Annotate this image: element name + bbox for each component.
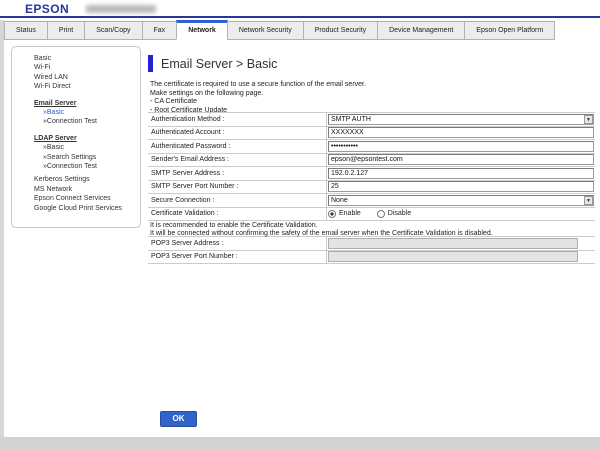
smtp-port-input[interactable] <box>328 181 594 192</box>
sidebar-item-basic[interactable]: Basic <box>12 54 140 63</box>
page-description: The certificate is required to use a sec… <box>150 81 366 115</box>
tab-scan-copy[interactable]: Scan/Copy <box>84 21 142 40</box>
sidebar-item-basic[interactable]: »Basic <box>12 143 140 152</box>
certificate-validation-note: It is recommended to enable the Certific… <box>148 220 595 236</box>
tab-fax[interactable]: Fax <box>142 21 178 40</box>
email-server-form: Authentication Method : SMTP AUTH ▼ Auth… <box>148 112 595 264</box>
enable-radio-label[interactable]: Enable <box>339 210 361 217</box>
ok-button[interactable]: OK <box>160 411 197 427</box>
description-line: - CA Certificate <box>150 98 366 107</box>
tab-network[interactable]: Network <box>176 20 228 40</box>
sidebar-item-epson-connect-services[interactable]: Epson Connect Services <box>12 194 140 203</box>
pop3-port-cell <box>326 251 595 264</box>
chevron-down-icon[interactable]: ▼ <box>584 196 593 205</box>
description-line: Make settings on the following page. <box>150 90 366 99</box>
tab-device-management[interactable]: Device Management <box>377 21 465 40</box>
authentication-method-cell: SMTP AUTH ▼ <box>326 113 595 126</box>
authenticated-password-input[interactable] <box>328 141 594 152</box>
tab-print[interactable]: Print <box>47 21 85 40</box>
sidebar-item-wi-fi[interactable]: Wi-Fi <box>12 63 140 72</box>
page-title-block: Email Server > Basic <box>148 55 277 72</box>
sidebar-nav: BasicWi-FiWired LANWi-Fi Direct Email Ser… <box>11 46 141 228</box>
authenticated-account-input[interactable] <box>328 127 594 138</box>
smtp-address-label: SMTP Server Address : <box>148 170 326 177</box>
form-row-authenticated-password: Authenticated Password : <box>148 139 595 153</box>
pop3-port-input <box>328 251 578 262</box>
title-accent-bar <box>148 55 153 72</box>
sidebar-item-ms-network[interactable]: MS Network <box>12 185 140 194</box>
secure-connection-select[interactable]: None ▼ <box>328 195 594 206</box>
authenticated-password-label: Authenticated Password : <box>148 143 326 150</box>
form-row-smtp-address: SMTP Server Address : <box>148 166 595 180</box>
smtp-address-cell <box>326 167 595 180</box>
form-row-smtp-port: SMTP Server Port Number : <box>148 180 595 194</box>
sidebar-item-basic[interactable]: »Basic <box>12 108 140 117</box>
epson-logo: EPSON <box>25 2 69 16</box>
tab-bar: StatusPrintScan/CopyFaxNetworkNetwork Se… <box>4 20 554 40</box>
smtp-port-cell <box>326 181 595 194</box>
form-row-secure-connection: Secure Connection : None ▼ <box>148 193 595 207</box>
form-row-sender-email: Sender's Email Address : <box>148 153 595 167</box>
certificate-validation-radio-group: Enable Disable <box>328 210 427 218</box>
sidebar-item-search-settings[interactable]: »Search Settings <box>12 153 140 162</box>
tab-epson-open-platform[interactable]: Epson Open Platform <box>464 21 555 40</box>
sidebar-item-wired-lan[interactable]: Wired LAN <box>12 73 140 82</box>
page-title: Email Server > Basic <box>161 57 277 71</box>
page-left-gutter <box>0 20 4 437</box>
chevron-down-icon[interactable]: ▼ <box>584 115 593 124</box>
authentication-method-value: SMTP AUTH <box>331 116 371 123</box>
tab-status[interactable]: Status <box>4 21 48 40</box>
authenticated-account-cell <box>326 127 595 140</box>
secure-connection-label: Secure Connection : <box>148 197 326 204</box>
disable-radio-label[interactable]: Disable <box>388 210 411 217</box>
sidebar-item-email-server[interactable]: Email Server <box>12 99 140 108</box>
form-row-certificate-validation: Certificate Validation : Enable Disable <box>148 207 595 221</box>
sidebar-item-kerberos-settings[interactable]: Kerberos Settings <box>12 175 140 184</box>
form-row-pop3-port: POP3 Server Port Number : <box>148 250 595 264</box>
authentication-method-label: Authentication Method : <box>148 116 326 123</box>
sidebar-item-ldap-server[interactable]: LDAP Server <box>12 134 140 143</box>
disable-radio[interactable] <box>377 210 385 218</box>
certificate-validation-cell: Enable Disable <box>326 208 595 221</box>
secure-connection-cell: None ▼ <box>326 194 595 207</box>
sidebar-item-google-cloud-print-services[interactable]: Google Cloud Print Services <box>12 204 140 213</box>
smtp-port-label: SMTP Server Port Number : <box>148 183 326 190</box>
secure-connection-value: None <box>331 197 348 204</box>
authenticated-account-label: Authenticated Account : <box>148 129 326 136</box>
tab-product-security[interactable]: Product Security <box>303 21 378 40</box>
authentication-method-select[interactable]: SMTP AUTH ▼ <box>328 114 594 125</box>
pop3-port-label: POP3 Server Port Number : <box>148 253 326 260</box>
sender-email-input[interactable] <box>328 154 594 165</box>
sidebar-item-wi-fi-direct[interactable]: Wi-Fi Direct <box>12 82 140 91</box>
page-footer-strip <box>0 437 600 450</box>
sender-email-cell <box>326 154 595 167</box>
note-line: It is recommended to enable the Certific… <box>150 222 595 230</box>
enable-radio[interactable] <box>328 210 336 218</box>
tab-network-security[interactable]: Network Security <box>227 21 304 40</box>
pop3-address-label: POP3 Server Address : <box>148 240 326 247</box>
sender-email-label: Sender's Email Address : <box>148 156 326 163</box>
form-row-authentication-method: Authentication Method : SMTP AUTH ▼ <box>148 112 595 126</box>
description-line: The certificate is required to use a sec… <box>150 81 366 90</box>
sidebar-item-connection-test[interactable]: »Connection Test <box>12 162 140 171</box>
sidebar-item-connection-test[interactable]: »Connection Test <box>12 117 140 126</box>
certificate-validation-label: Certificate Validation : <box>148 210 326 217</box>
pop3-address-input <box>328 238 578 249</box>
form-row-authenticated-account: Authenticated Account : <box>148 126 595 140</box>
pop3-address-cell <box>326 237 595 250</box>
printer-model-redacted <box>86 5 156 13</box>
authenticated-password-cell <box>326 140 595 153</box>
app-header: EPSON <box>0 0 600 18</box>
form-row-pop3-address: POP3 Server Address : <box>148 236 595 250</box>
smtp-address-input[interactable] <box>328 168 594 179</box>
